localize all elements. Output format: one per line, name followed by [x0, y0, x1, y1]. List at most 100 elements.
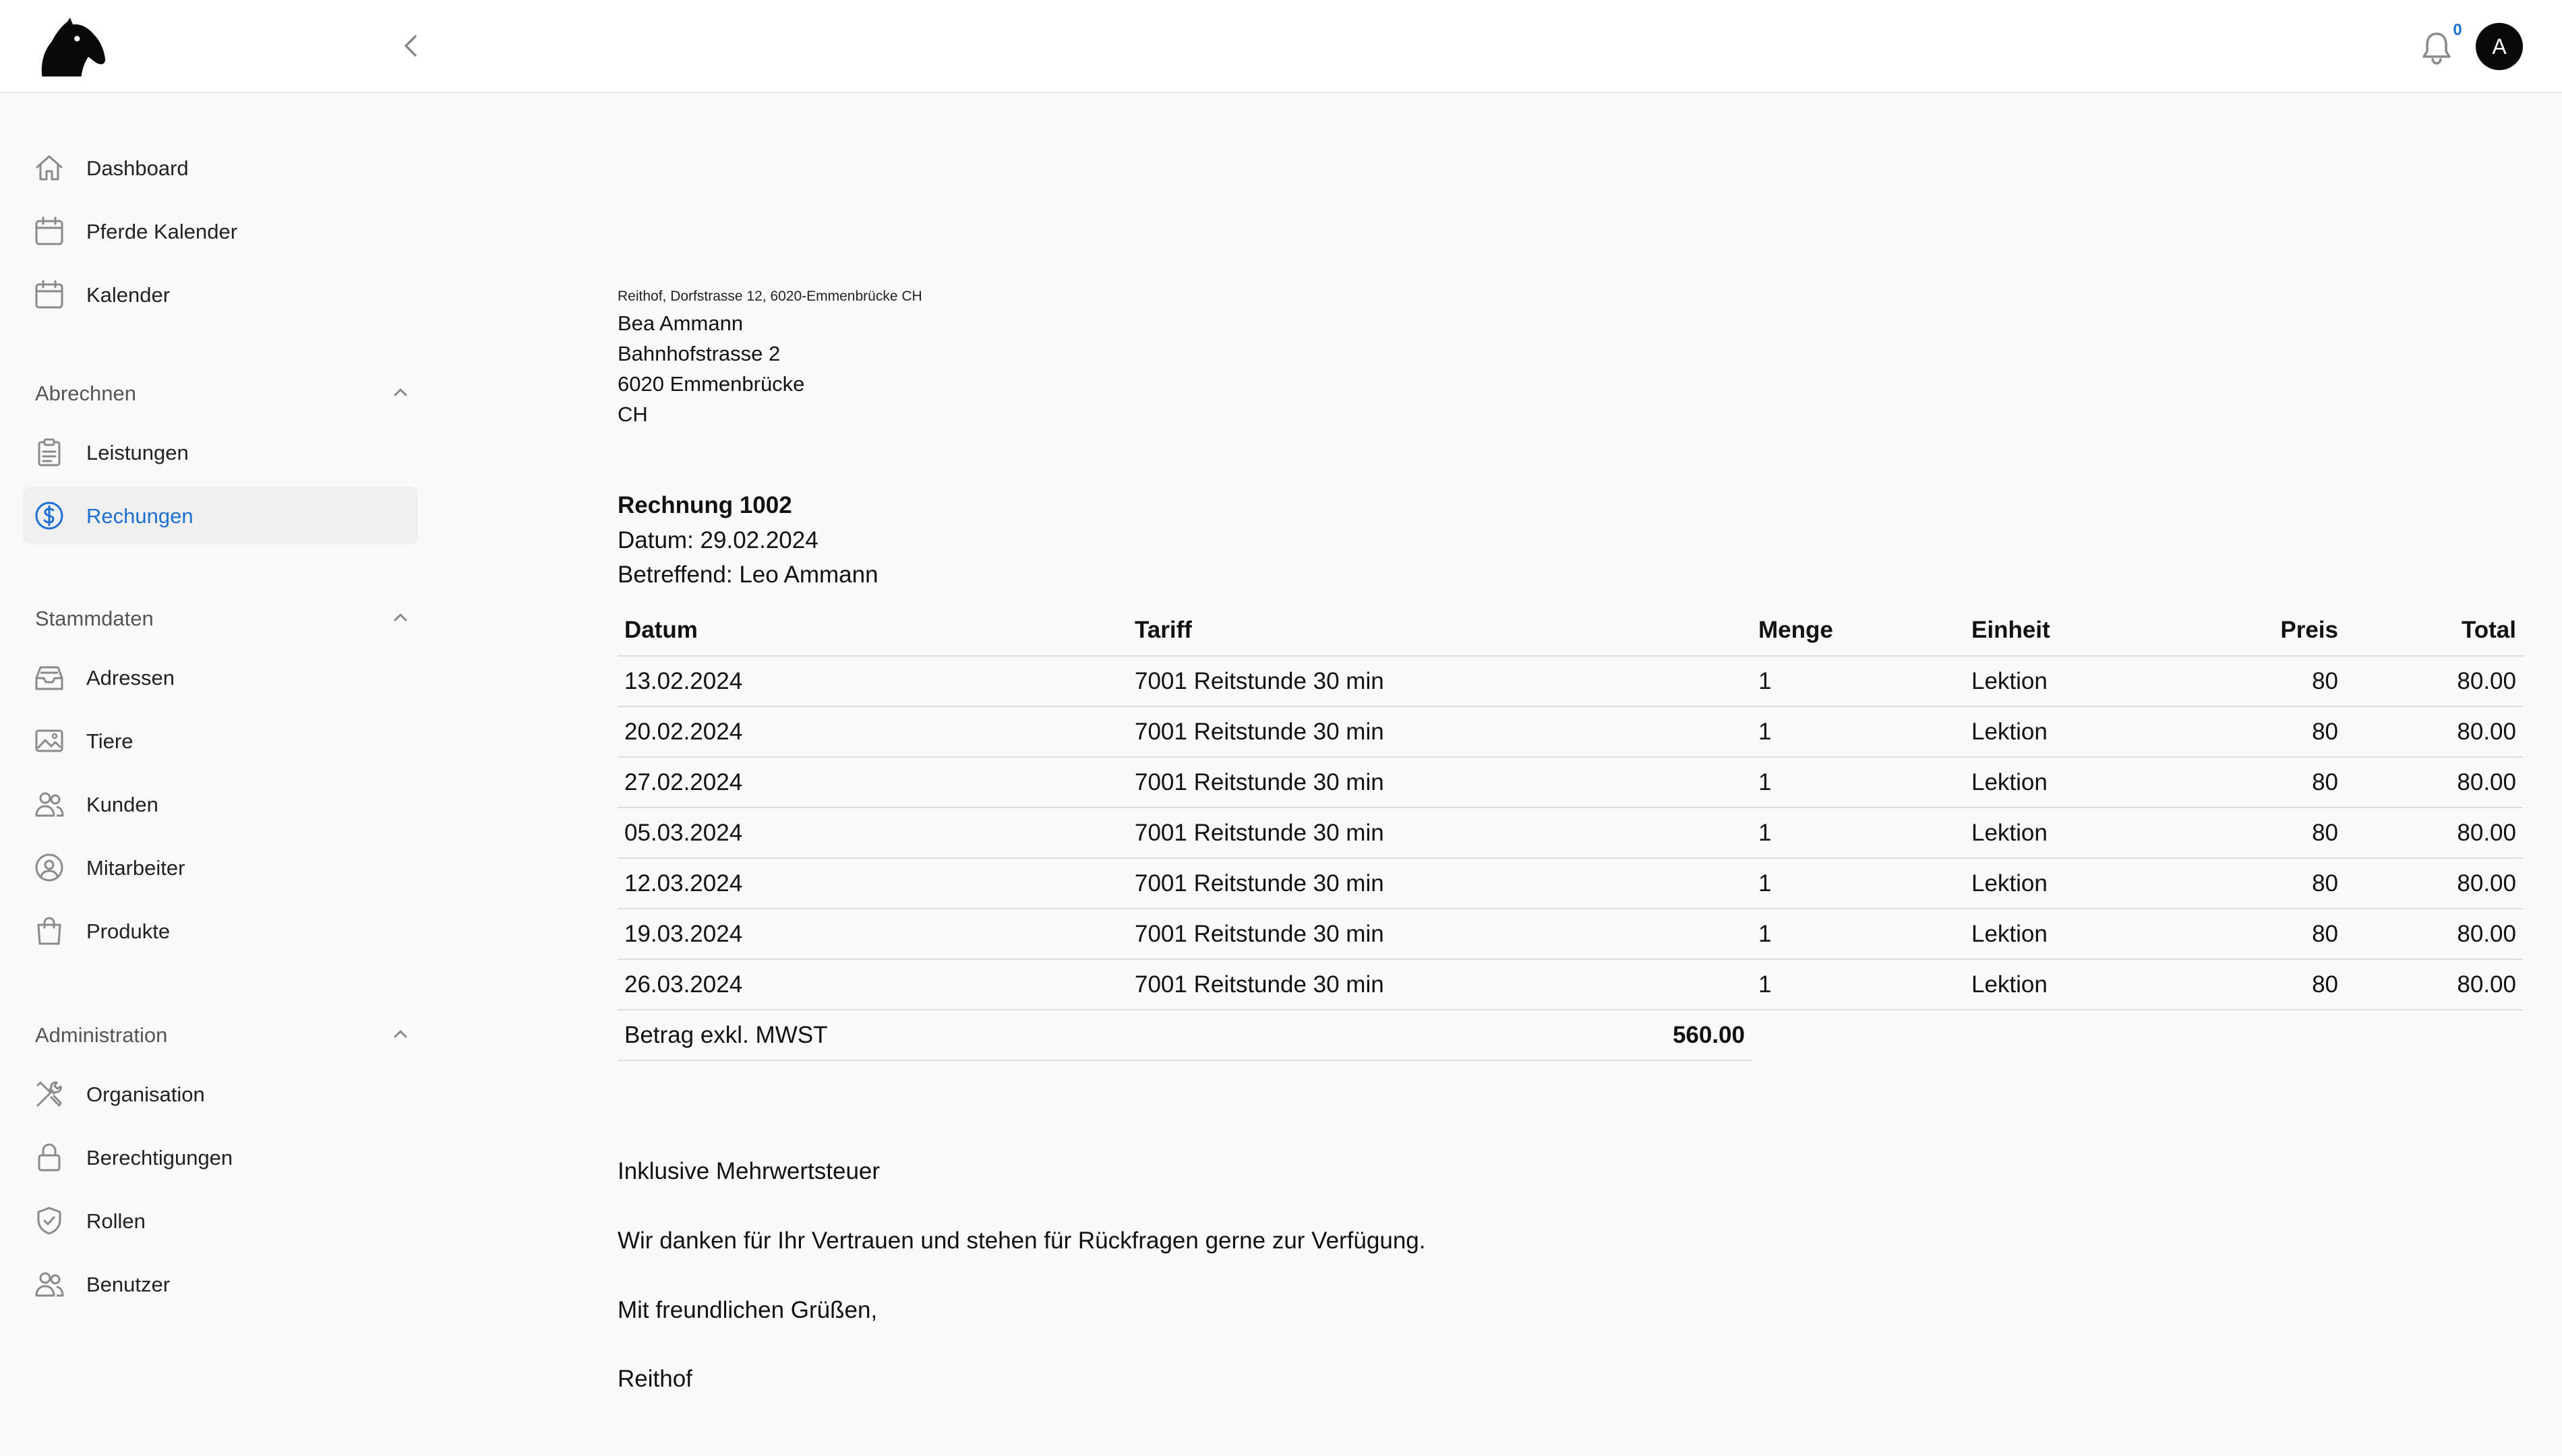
closing-greeting: Mit freundlichen Grüßen,: [618, 1297, 878, 1323]
table-cell: 80.00: [2345, 757, 2523, 808]
sidebar-item-pferde-kalender[interactable]: Pferde Kalender: [23, 202, 418, 260]
lock-icon: [38, 1143, 61, 1172]
sidebar-item-rechungen[interactable]: Rechungen: [23, 487, 418, 545]
calendar-icon: [35, 280, 63, 309]
signature-name: Reithof: [618, 1366, 692, 1392]
image-icon: [35, 729, 63, 752]
dollar-circle-icon: [35, 502, 63, 530]
table-cell: 13.02.2024: [618, 656, 1128, 707]
invoice-title: Rechnung 1002: [618, 492, 792, 518]
section-toggle-abrechnen[interactable]: Abrechnen: [35, 372, 413, 413]
sidebar-item-produkte[interactable]: Produkte: [23, 902, 418, 960]
user-avatar[interactable]: A: [2476, 23, 2523, 70]
table-cell: 80.00: [2345, 656, 2523, 707]
table-cell: 80: [2160, 757, 2345, 808]
column-header: Total: [2345, 605, 2523, 657]
table-cell: 05.03.2024: [618, 808, 1128, 859]
table-cell: 7001 Reitstunde 30 min: [1128, 656, 1752, 707]
sidebar-item-berechtigungen[interactable]: Berechtigungen: [23, 1128, 418, 1186]
sidebar-item-adressen[interactable]: Adressen: [23, 648, 418, 706]
clipboard-icon: [38, 438, 61, 466]
thank-you-note: Wir danken für Ihr Vertrauen und stehen …: [618, 1227, 1426, 1254]
sidebar-item-label: Adressen: [86, 666, 175, 690]
recipient-name: Bea Ammann: [618, 311, 744, 335]
sidebar-item-label: Produkte: [86, 919, 171, 943]
invoice-items-table: Datum Tariff Menge Einheit Preis Total 1…: [618, 605, 2523, 1061]
table-row: 05.03.2024 7001 Reitstunde 30 min 1 Lektion…: [618, 808, 2523, 859]
sidebar-item-label: Kunden: [86, 793, 158, 816]
users-icon: [35, 792, 64, 817]
section-label: Abrechnen: [35, 382, 136, 405]
sidebar-item-label: Mitarbeiter: [86, 856, 185, 880]
table-cell: 7001 Reitstunde 30 min: [1128, 858, 1752, 909]
section-toggle-stammdaten[interactable]: Stammdaten: [35, 597, 413, 638]
table-cell: 80: [2160, 959, 2345, 1010]
table-cell: 27.02.2024: [618, 757, 1128, 808]
column-header: Einheit: [1965, 605, 2160, 657]
table-row: 13.02.2024 7001 Reitstunde 30 min 1 Lektion…: [618, 656, 2523, 707]
collapse-sidebar-icon[interactable]: [392, 27, 430, 65]
table-cell: 1: [1752, 959, 1965, 1010]
column-header: Datum: [618, 605, 1128, 657]
table-cell: 80.00: [2345, 858, 2523, 909]
sidebar-item-label: Berechtigungen: [86, 1146, 233, 1170]
user-circle-icon: [35, 853, 63, 882]
column-header: Preis: [2160, 605, 2345, 657]
section-toggle-administration[interactable]: Administration: [35, 1014, 413, 1054]
sender-address-line: Reithof, Dorfstrasse 12, 6020-Emmenbrück…: [618, 289, 922, 304]
table-cell: 80: [2160, 656, 2345, 707]
vat-note: Inklusive Mehrwertsteuer: [618, 1158, 881, 1184]
sidebar-item-leistungen[interactable]: Leistungen: [23, 423, 418, 481]
top-bar: 0 A: [0, 0, 2562, 93]
table-cell: 1: [1752, 706, 1965, 758]
sum-spacer: [1752, 1010, 2523, 1060]
column-header: Tariff: [1128, 605, 1752, 657]
sum-value: 560.00: [1128, 1010, 1752, 1061]
sidebar-item-rollen[interactable]: Rollen: [23, 1192, 418, 1250]
table-cell: 80: [2160, 808, 2345, 859]
invoice-date: Datum: 29.02.2024: [618, 527, 818, 553]
recipient-city: 6020 Emmenbrücke: [618, 372, 805, 396]
table-cell: Lektion: [1965, 858, 2160, 909]
table-cell: 80.00: [2345, 909, 2523, 960]
recipient-street: Bahnhofstrasse 2: [618, 342, 781, 365]
sidebar-item-label: Organisation: [86, 1083, 205, 1106]
sidebar-item-label: Pferde Kalender: [86, 220, 238, 243]
chevron-up-icon: [394, 1030, 407, 1038]
sidebar-item-label: Rollen: [86, 1209, 146, 1233]
sidebar-item-dashboard[interactable]: Dashboard: [23, 139, 418, 197]
table-cell: Lektion: [1965, 959, 2160, 1010]
users-icon: [35, 1272, 64, 1297]
table-row: 27.02.2024 7001 Reitstunde 30 min 1 Lektion…: [618, 757, 2523, 808]
table-cell: 20.02.2024: [618, 706, 1128, 758]
table-row: 12.03.2024 7001 Reitstunde 30 min 1 Lektion…: [618, 858, 2523, 909]
sidebar-item-mitarbeiter[interactable]: Mitarbeiter: [23, 839, 418, 897]
table-row: 19.03.2024 7001 Reitstunde 30 min 1 Lektion…: [618, 909, 2523, 960]
sidebar-item-organisation[interactable]: Organisation: [23, 1065, 418, 1123]
table-cell: 7001 Reitstunde 30 min: [1128, 808, 1752, 859]
sidebar: Dashboard Pferde Kalender Kalender Abrec…: [0, 93, 445, 1456]
table-cell: 12.03.2024: [618, 858, 1128, 909]
horse-head-logo[interactable]: [36, 18, 107, 82]
table-cell: 1: [1752, 909, 1965, 960]
table-row: 26.03.2024 7001 Reitstunde 30 min 1 Lektion…: [618, 959, 2523, 1010]
tools-icon: [36, 1081, 62, 1107]
notification-count-badge: 0: [2446, 19, 2469, 42]
sidebar-item-kalender[interactable]: Kalender: [23, 266, 418, 324]
sum-label: Betrag exkl. MWST: [618, 1010, 1128, 1061]
table-cell: 1: [1752, 757, 1965, 808]
sidebar-item-tiere[interactable]: Tiere: [23, 712, 418, 770]
table-cell: Lektion: [1965, 909, 2160, 960]
sidebar-item-label: Leistungen: [86, 441, 189, 464]
column-header: Menge: [1752, 605, 1965, 657]
recipient-country: CH: [618, 402, 648, 426]
sidebar-item-label: Tiere: [86, 729, 133, 753]
sidebar-item-label: Benutzer: [86, 1273, 171, 1296]
table-cell: 80.00: [2345, 959, 2523, 1010]
sidebar-item-benutzer[interactable]: Benutzer: [23, 1255, 418, 1313]
table-cell: 7001 Reitstunde 30 min: [1128, 959, 1752, 1010]
sidebar-item-kunden[interactable]: Kunden: [23, 775, 418, 833]
invoice-subject: Betreffend: Leo Ammann: [618, 562, 878, 588]
table-cell: 80.00: [2345, 706, 2523, 758]
table-cell: Lektion: [1965, 808, 2160, 859]
